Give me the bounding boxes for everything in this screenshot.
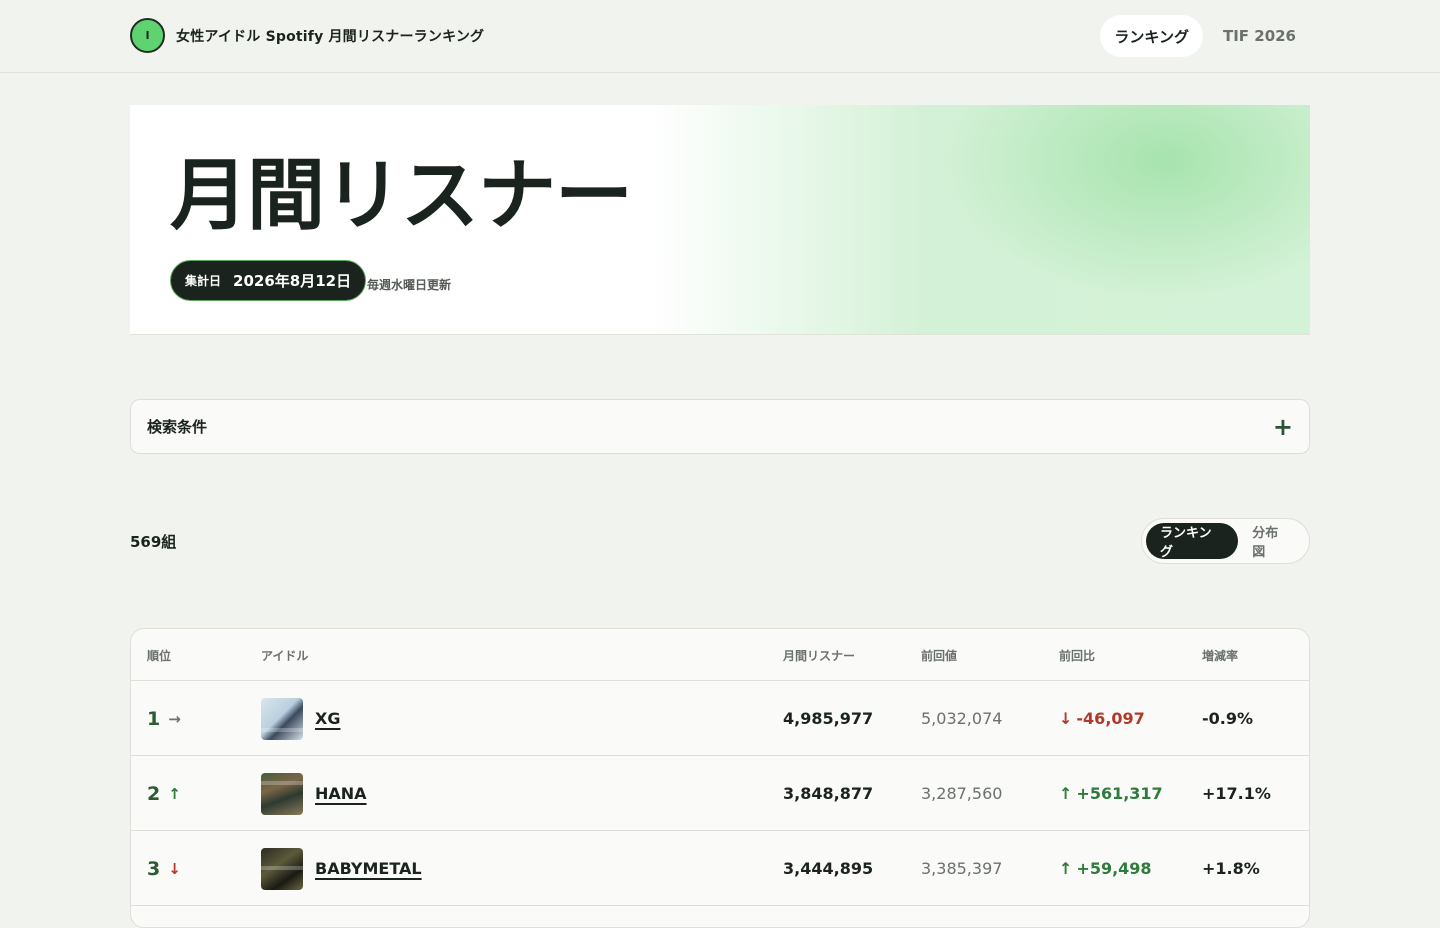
previous-cell: 5,032,074 (921, 681, 1002, 756)
artist-link[interactable]: HANA (315, 784, 367, 803)
top-bar: I 女性アイドル Spotify 月間リスナーランキング ランキング TIF 2… (0, 0, 1440, 73)
hero-banner: 月間リスナー 集計日 2026年8月12日 毎週水曜日更新 (130, 105, 1310, 335)
rank-cell: 2 ↑ (147, 756, 181, 831)
rate-value: -0.9% (1202, 709, 1254, 728)
previous-cell: 3,287,560 (921, 756, 1002, 831)
rate-cell: +17.1% (1202, 756, 1271, 831)
listeners-value: 3,848,877 (783, 784, 874, 803)
idol-cell: HANA (261, 756, 367, 831)
table-row[interactable]: 1 → XG 4,985,977 5,032,074 ↓ -46,097 -0.9… (131, 681, 1309, 756)
search-conditions-label: 検索条件 (147, 418, 208, 436)
diff-value: ↑ +561,317 (1059, 784, 1163, 803)
header-rank[interactable]: 順位 (147, 647, 171, 664)
site-logo: I (130, 18, 165, 53)
diff-cell: ↑ +59,498 (1059, 831, 1152, 906)
view-distribution-button[interactable]: 分布図 (1238, 523, 1305, 560)
diff-number: +561,317 (1076, 784, 1163, 803)
trend-down-icon: ↓ (168, 859, 181, 878)
header-listeners[interactable]: 月間リスナー (783, 647, 855, 664)
rate-cell: +1.8% (1202, 831, 1260, 906)
idol-cell: XG (261, 681, 340, 756)
arrow-up-icon: ↑ (1059, 784, 1073, 803)
rank-number: 3 (147, 857, 161, 880)
plus-icon[interactable]: + (1273, 415, 1293, 439)
diff-value: ↑ +59,498 (1059, 859, 1152, 878)
brand[interactable]: I 女性アイドル Spotify 月間リスナーランキング (130, 18, 484, 53)
logo-letter: I (145, 29, 150, 42)
page-title: 月間リスナー (170, 151, 633, 241)
rate-value: +1.8% (1202, 859, 1260, 878)
header-diff[interactable]: 前回比 (1059, 647, 1095, 664)
previous-value: 3,385,397 (921, 859, 1003, 878)
rate-value: +17.1% (1202, 784, 1271, 803)
artist-link[interactable]: BABYMETAL (315, 859, 422, 878)
trend-flat-icon: → (168, 709, 181, 728)
listeners-cell: 4,985,977 (783, 681, 873, 756)
aggregation-date-badge: 集計日 2026年8月12日 (170, 260, 367, 301)
artist-thumbnail[interactable] (261, 847, 303, 890)
artist-thumbnail[interactable] (261, 697, 303, 740)
rank-number: 1 (147, 707, 161, 730)
diff-cell: ↑ +561,317 (1059, 756, 1163, 831)
diff-number: +59,498 (1076, 859, 1152, 878)
previous-value: 3,287,560 (921, 784, 1003, 803)
arrow-down-icon: ↓ (1059, 709, 1073, 728)
date-label: 集計日 (185, 274, 222, 288)
site-title[interactable]: 女性アイドル Spotify 月間リスナーランキング (176, 26, 484, 46)
nav-tif-2026[interactable]: TIF 2026 (1209, 15, 1310, 57)
listeners-cell: 3,444,895 (783, 831, 873, 906)
rank-number: 2 (147, 782, 161, 805)
date-value: 2026年8月12日 (233, 272, 352, 290)
nav-ranking[interactable]: ランキング (1100, 15, 1203, 57)
update-note: 毎週水曜日更新 (367, 278, 452, 292)
diff-value: ↓ -46,097 (1059, 709, 1145, 728)
idol-cell: BABYMETAL (261, 831, 422, 906)
main-nav: ランキング TIF 2026 (1100, 15, 1310, 57)
listeners-value: 3,444,895 (783, 859, 874, 878)
ranking-table: 順位 アイドル 月間リスナー 前回値 前回比 増減率 1 → XG 4,985,… (130, 628, 1310, 928)
rank-cell: 3 ↓ (147, 831, 181, 906)
view-ranking-button[interactable]: ランキング (1146, 523, 1239, 560)
search-conditions-toggle[interactable]: 検索条件 + (130, 399, 1310, 454)
diff-number: -46,097 (1076, 709, 1145, 728)
artist-link[interactable]: XG (315, 709, 340, 728)
table-row[interactable]: 3 ↓ BABYMETAL 3,444,895 3,385,397 ↑ +59,4… (131, 831, 1309, 906)
trend-up-icon: ↑ (168, 784, 181, 803)
rank-cell: 1 → (147, 681, 181, 756)
arrow-up-icon: ↑ (1059, 859, 1073, 878)
header-previous[interactable]: 前回値 (921, 647, 957, 664)
view-toggle: ランキング 分布図 (1141, 518, 1310, 564)
header-idol[interactable]: アイドル (261, 647, 308, 664)
result-count: 569組 (130, 533, 177, 551)
listeners-cell: 3,848,877 (783, 756, 873, 831)
diff-cell: ↓ -46,097 (1059, 681, 1145, 756)
table-header: 順位 アイドル 月間リスナー 前回値 前回比 増減率 (131, 629, 1309, 681)
header-rate[interactable]: 増減率 (1202, 647, 1238, 664)
artist-thumbnail[interactable] (261, 772, 303, 815)
listeners-value: 4,985,977 (783, 709, 874, 728)
previous-value: 5,032,074 (921, 709, 1003, 728)
table-row[interactable]: 2 ↑ HANA 3,848,877 3,287,560 ↑ +561,317 +… (131, 756, 1309, 831)
rate-cell: -0.9% (1202, 681, 1253, 756)
previous-cell: 3,385,397 (921, 831, 1002, 906)
